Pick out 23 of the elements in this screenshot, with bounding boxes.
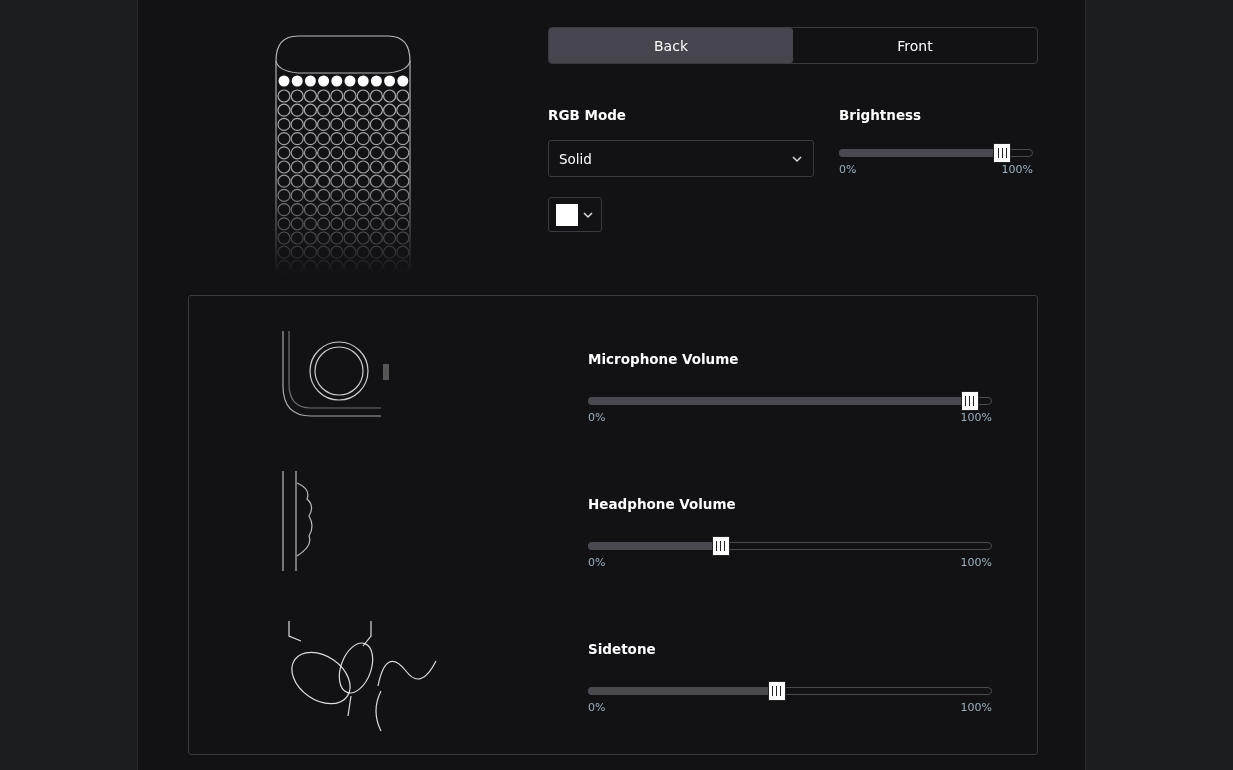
- max-label: 100%: [1001, 163, 1033, 176]
- max-label: 100%: [960, 556, 992, 569]
- slider-label: Sidetone: [588, 640, 657, 658]
- chevron-down-icon: [582, 209, 594, 220]
- slider-label: Headphone Volume: [588, 495, 737, 513]
- tab[interactable]: Back: [549, 28, 793, 63]
- field-label: Brightness: [839, 106, 923, 124]
- tab[interactable]: Front: [793, 28, 1037, 63]
- mode-dropdown[interactable]: Solid: [548, 140, 814, 177]
- chevron-down-icon: [791, 153, 803, 164]
- slider-label: Microphone Volume: [588, 350, 740, 368]
- min-label: 0%: [839, 163, 857, 176]
- color-picker-button[interactable]: [548, 197, 602, 232]
- max-label: 100%: [960, 411, 992, 424]
- max-label: 100%: [960, 701, 992, 714]
- min-label: 0%: [588, 701, 606, 714]
- field-label: RGB Mode: [548, 106, 627, 124]
- slider-thumb[interactable]: [711, 536, 730, 556]
- min-label: 0%: [588, 411, 606, 424]
- slider-thumb[interactable]: [960, 391, 979, 411]
- slider-thumb[interactable]: [993, 143, 1012, 163]
- min-label: 0%: [588, 556, 606, 569]
- slider-thumb[interactable]: [767, 681, 786, 701]
